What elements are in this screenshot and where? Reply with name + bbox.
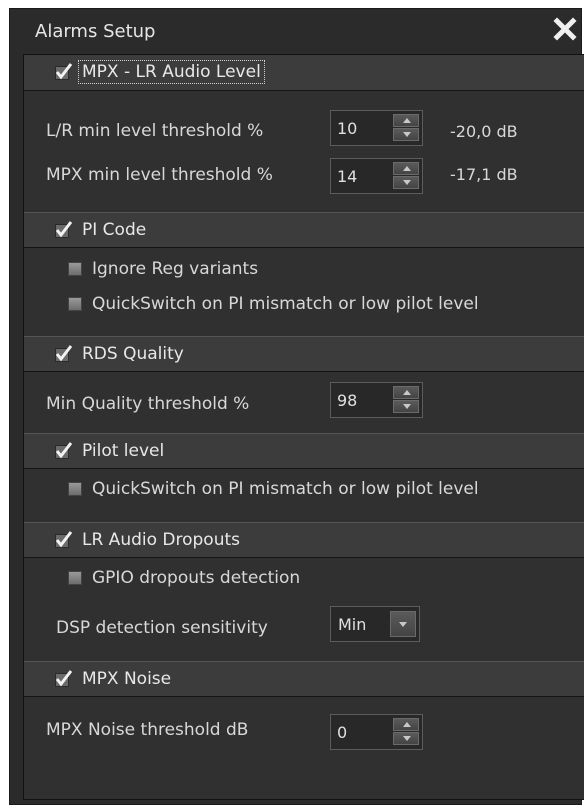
spin-down-button[interactable]	[393, 732, 419, 745]
spin-down-button[interactable]	[393, 176, 419, 189]
section-label: PI Code	[82, 220, 147, 240]
section-label: Pilot level	[82, 441, 165, 461]
checkbox-box[interactable]	[68, 482, 82, 496]
section-label: LR Audio Dropouts	[82, 530, 241, 550]
checkbox-label: QuickSwitch on PI mismatch or low pilot …	[92, 479, 479, 499]
checkmark-icon[interactable]	[55, 531, 73, 549]
spin-down-button[interactable]	[393, 128, 419, 141]
spin-up-button[interactable]	[393, 718, 419, 731]
section-label[interactable]: MPX - LR Audio Level	[78, 60, 265, 84]
lr-min-level-spinbox[interactable]: 10	[330, 110, 423, 146]
alarms-panel: MPX - LR Audio Level L/R min level thres…	[23, 54, 584, 800]
lr-min-level-label: L/R min level threshold %	[46, 121, 264, 141]
section-label: RDS Quality	[82, 344, 184, 364]
title-bar[interactable]: Alarms Setup	[10, 9, 581, 54]
lr-min-level-db: -20,0 dB	[450, 122, 518, 141]
spin-up-button[interactable]	[393, 386, 419, 399]
checkbox-box[interactable]	[68, 571, 82, 585]
mpx-min-level-label: MPX min level threshold %	[46, 165, 273, 185]
checkbox-label: GPIO dropouts detection	[92, 568, 301, 588]
dsp-sensitivity-label: DSP detection sensitivity	[56, 618, 268, 638]
window-title: Alarms Setup	[35, 21, 156, 42]
checkmark-icon[interactable]	[55, 63, 73, 81]
checkmark-icon[interactable]	[55, 670, 73, 688]
min-quality-label: Min Quality threshold %	[46, 394, 250, 414]
mpx-min-level-db: -17,1 dB	[450, 165, 518, 184]
section-pilot-level: Pilot level	[24, 433, 584, 469]
mpx-noise-threshold-value[interactable]: 0	[337, 723, 347, 742]
min-quality-spinbox[interactable]: 98	[330, 382, 423, 418]
section-label: MPX Noise	[82, 669, 172, 689]
spin-up-button[interactable]	[393, 114, 419, 127]
mpx-noise-threshold-spinbox[interactable]: 0	[330, 714, 423, 750]
section-pi-code: PI Code	[24, 212, 584, 248]
dropdown-value: Min	[338, 615, 367, 634]
mpx-noise-threshold-label: MPX Noise threshold dB	[46, 720, 249, 740]
checkmark-icon[interactable]	[55, 442, 73, 460]
mpx-min-level-value[interactable]: 14	[337, 167, 357, 186]
section-mpx-lr-audio-level: MPX - LR Audio Level	[24, 55, 584, 91]
checkbox-label: QuickSwitch on PI mismatch or low pilot …	[92, 294, 479, 314]
checkmark-icon[interactable]	[55, 221, 73, 239]
min-quality-value[interactable]: 98	[337, 391, 357, 410]
alarms-setup-dialog: Alarms Setup MPX - LR Audio Level L/R mi…	[9, 8, 584, 805]
checkbox-box[interactable]	[68, 297, 82, 311]
dsp-sensitivity-dropdown[interactable]: Min	[330, 606, 420, 642]
mpx-min-level-spinbox[interactable]: 14	[330, 158, 423, 194]
spin-down-button[interactable]	[393, 400, 419, 413]
section-rds-quality: RDS Quality	[24, 336, 584, 372]
section-lr-audio-dropouts: LR Audio Dropouts	[24, 522, 584, 558]
spin-up-button[interactable]	[393, 162, 419, 175]
close-icon[interactable]	[551, 15, 579, 43]
checkbox-label: Ignore Reg variants	[92, 259, 259, 279]
chevron-down-icon[interactable]	[390, 611, 416, 637]
lr-min-level-value[interactable]: 10	[337, 119, 357, 138]
section-mpx-noise: MPX Noise	[24, 661, 584, 697]
checkmark-icon[interactable]	[55, 345, 73, 363]
checkbox-box[interactable]	[68, 262, 82, 276]
